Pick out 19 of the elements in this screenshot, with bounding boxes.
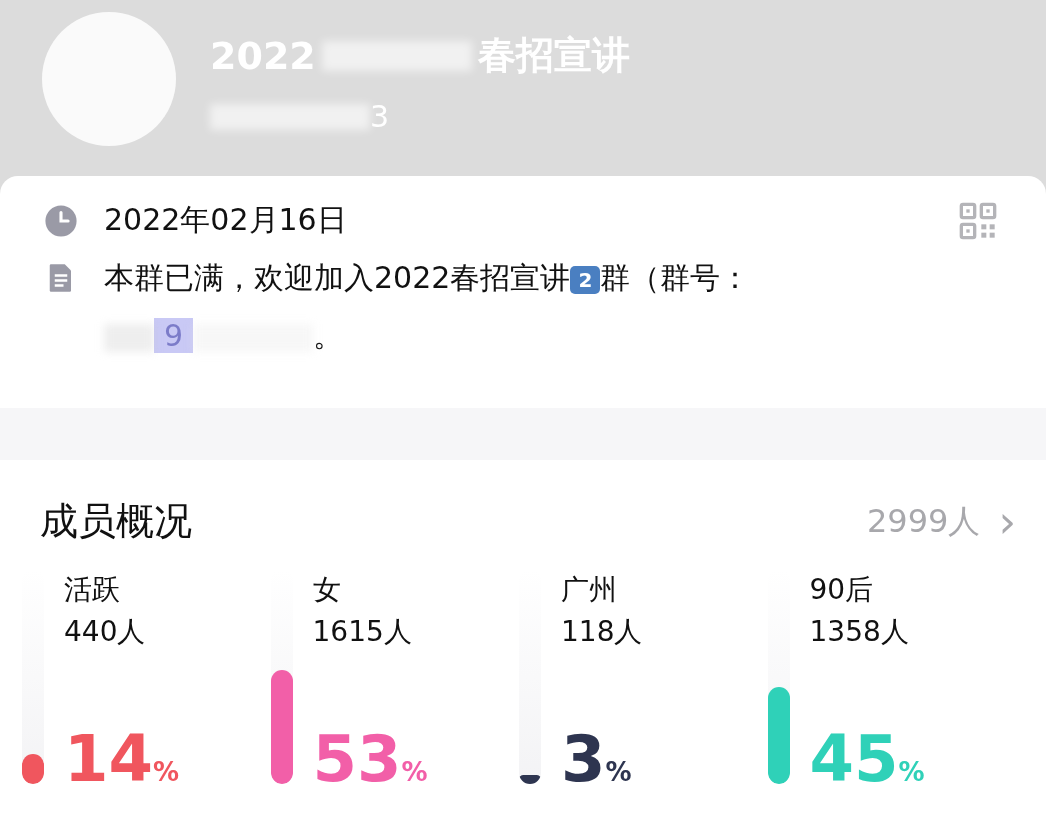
stat-count: 440人 xyxy=(64,614,146,650)
stat-percent: 14% xyxy=(64,727,180,791)
qr-code-icon[interactable] xyxy=(958,200,998,241)
stat-percent: 45% xyxy=(809,727,925,791)
stat-label: 90后 xyxy=(809,572,874,608)
document-icon xyxy=(48,263,74,293)
stat-label: 广州 xyxy=(561,572,617,608)
section-title: 成员概况 xyxy=(40,498,192,545)
stat-label: 活跃 xyxy=(64,572,120,608)
clock-icon xyxy=(44,203,78,238)
stat-label: 女 xyxy=(312,572,341,608)
date-text: 2022年02月16日 xyxy=(104,201,347,239)
stat-count: 1358人 xyxy=(809,614,909,650)
stat-percent: 3% xyxy=(561,727,632,791)
stat-count: 1615人 xyxy=(312,614,412,650)
stat-percent: 53% xyxy=(312,727,428,791)
member-count-link[interactable]: 2999人 › xyxy=(866,499,1016,544)
stat-count: 118人 xyxy=(561,614,643,650)
notice-text: 本群已满，欢迎加入2022春招宣讲 2 群（群号： 9 。 xyxy=(104,259,751,355)
